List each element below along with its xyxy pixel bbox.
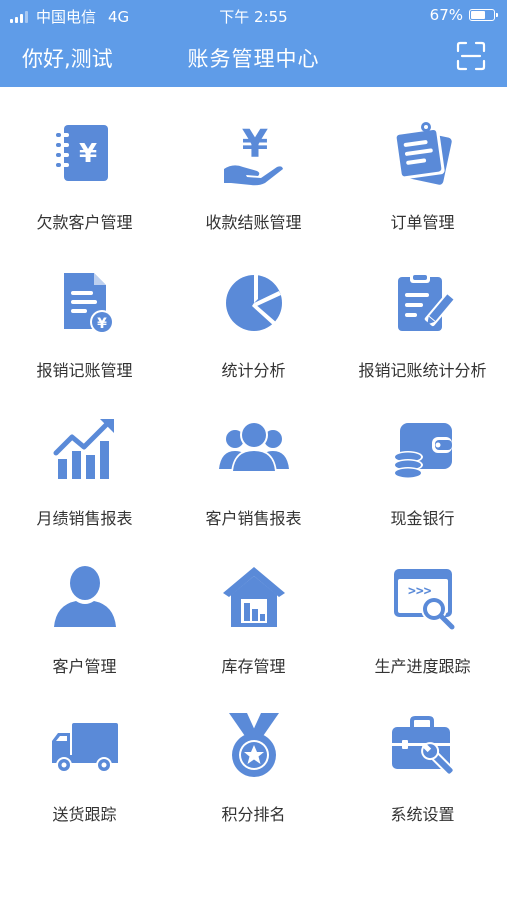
user-icon: [53, 566, 116, 627]
menu-item-label: 月绩销售报表: [36, 509, 133, 528]
menu-item-inventory[interactable]: 库存管理: [169, 531, 338, 679]
menu-grid: ¥ 欠款客户管理 ¥ 收款结账管理 订单管理 ¥ 报销记账管理 统计分析 报销记…: [0, 87, 507, 827]
menu-item-label: 报销记账统计分析: [358, 361, 487, 380]
menu-item-label: 积分排名: [221, 805, 286, 824]
document-yen-icon: ¥: [63, 273, 114, 334]
menu-item-label: 订单管理: [390, 213, 455, 232]
menu-item-label: 客户销售报表: [205, 509, 302, 528]
app-header: 中国电信 4G 下午 2:55 67% 你好,测试 账务管理中心: [0, 0, 507, 87]
medal-icon: [228, 713, 279, 777]
bar-chart-arrow-icon: [53, 419, 114, 479]
wallet-coins-icon: [392, 423, 452, 479]
nav-bar: 你好,测试 账务管理中心: [0, 34, 507, 82]
svg-text:¥: ¥: [241, 122, 267, 166]
menu-item-label: 库存管理: [221, 657, 286, 676]
menu-item-settings[interactable]: 系统设置: [338, 679, 507, 827]
menu-item-monthly-sales[interactable]: 月绩销售报表: [0, 383, 169, 531]
menu-item-orders[interactable]: 订单管理: [338, 87, 507, 235]
menu-item-label: 系统设置: [390, 805, 455, 824]
menu-item-customer-sales[interactable]: 客户销售报表: [169, 383, 338, 531]
user-group-icon: [218, 421, 289, 473]
scan-icon[interactable]: [455, 40, 487, 72]
menu-item-reimbursement[interactable]: ¥ 报销记账管理: [0, 235, 169, 383]
menu-item-label: 欠款客户管理: [36, 213, 133, 232]
code-search-icon: >>>: [393, 569, 454, 630]
svg-text:¥: ¥: [78, 139, 96, 169]
menu-item-statistics[interactable]: 统计分析: [169, 235, 338, 383]
menu-item-label: 生产进度跟踪: [374, 657, 471, 676]
menu-item-label: 送货跟踪: [52, 805, 117, 824]
menu-item-label: 客户管理: [52, 657, 117, 676]
clipboard-pen-icon: [397, 273, 455, 331]
yen-notebook-icon: ¥: [55, 125, 108, 181]
menu-item-points-ranking[interactable]: 积分排名: [169, 679, 338, 827]
menu-item-cash-bank[interactable]: 现金银行: [338, 383, 507, 531]
battery-icon: [469, 9, 498, 21]
menu-item-label: 报销记账管理: [36, 361, 133, 380]
menu-item-label: 收款结账管理: [205, 213, 302, 232]
menu-item-label: 统计分析: [221, 361, 286, 380]
truck-icon: [51, 723, 118, 773]
page-title: 账务管理中心: [187, 47, 320, 71]
svg-text:>>>: >>>: [408, 584, 432, 599]
menu-item-debt-customers[interactable]: ¥ 欠款客户管理: [0, 87, 169, 235]
status-bar: 中国电信 4G 下午 2:55 67%: [0, 0, 507, 30]
menu-item-label: 现金银行: [390, 509, 455, 528]
battery-percent: 67%: [429, 6, 463, 24]
warehouse-icon: [222, 567, 285, 627]
pie-chart-icon: [225, 273, 282, 331]
toolbox-icon: [391, 716, 455, 777]
svg-text:¥: ¥: [97, 316, 107, 332]
menu-item-delivery[interactable]: 送货跟踪: [0, 679, 169, 827]
menu-item-production[interactable]: >>> 生产进度跟踪: [338, 531, 507, 679]
menu-item-collections[interactable]: ¥ 收款结账管理: [169, 87, 338, 235]
menu-item-customers[interactable]: 客户管理: [0, 531, 169, 679]
menu-item-reimbursement-stats[interactable]: 报销记账统计分析: [338, 235, 507, 383]
yen-hand-icon: ¥: [223, 122, 283, 186]
order-notes-icon: [392, 122, 452, 185]
